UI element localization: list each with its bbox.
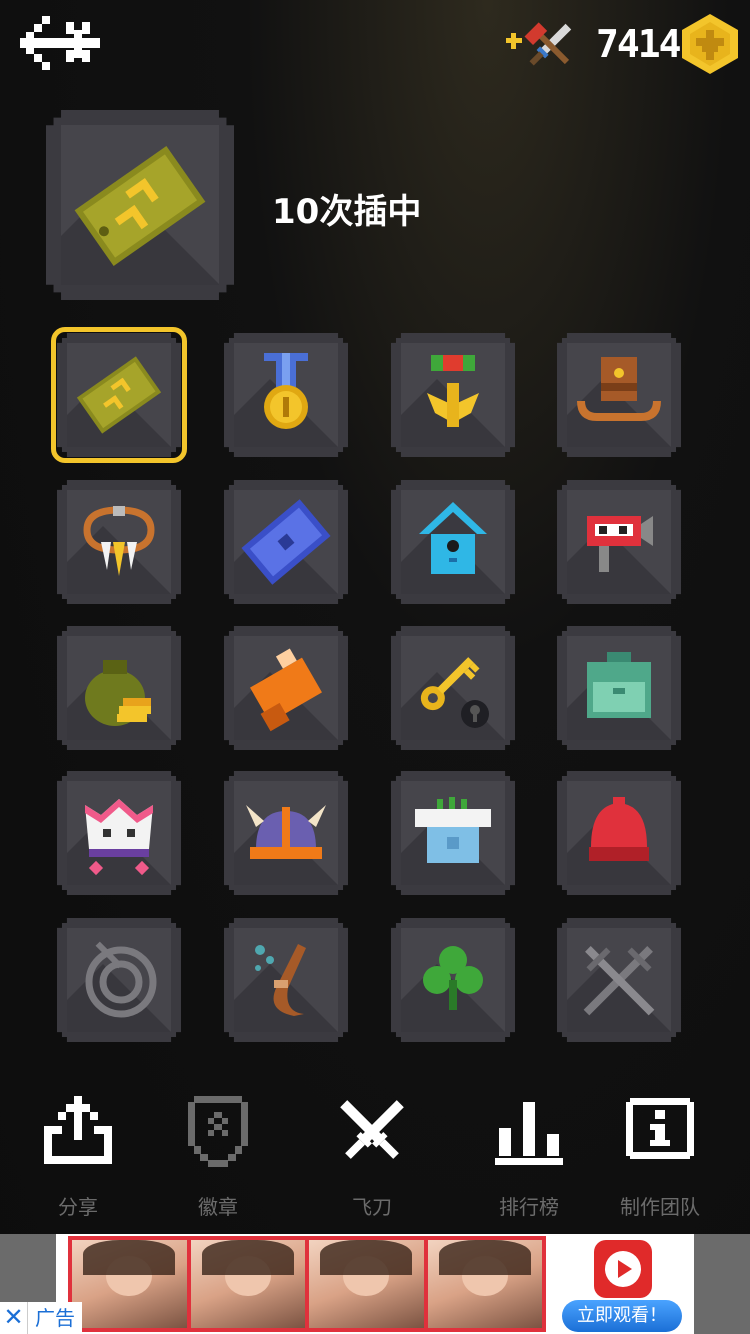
badge-tile-fur-hat[interactable]: [224, 626, 348, 750]
badge-tile-eagle-medal[interactable]: [391, 333, 515, 457]
ad-photo: [427, 1240, 542, 1328]
nav-credits-label: 制作团队: [620, 1195, 700, 1219]
backpack-icon: [587, 652, 651, 718]
badge-tile-money-bag[interactable]: [57, 626, 181, 750]
nav-credits[interactable]: 制作团队: [590, 1092, 730, 1222]
info-icon: [626, 1098, 694, 1159]
red-beanie-icon: [589, 797, 649, 861]
ad-label: 广告: [35, 1306, 75, 1330]
badge-tile-birdhouse[interactable]: [391, 480, 515, 604]
cowboy-hat-icon: [577, 357, 661, 421]
ad-photos[interactable]: [68, 1236, 546, 1332]
nav-badges-label: 徽章: [198, 1195, 238, 1219]
badge-tile-viking-helmet[interactable]: [224, 771, 348, 895]
badge-tile-robot-head[interactable]: [557, 480, 681, 604]
ad-photo: [309, 1240, 428, 1328]
badge-tile-red-beanie[interactable]: [557, 771, 681, 895]
birdhouse-icon: [419, 502, 487, 574]
play-icon: [594, 1240, 652, 1298]
viking-helmet-icon: [246, 805, 326, 859]
fur-hat-icon: [250, 648, 322, 732]
badge-tile-medal[interactable]: [224, 333, 348, 457]
coin-count: 7414: [596, 22, 682, 66]
clover-icon: [423, 946, 483, 1010]
badge-tile-cake-house[interactable]: [391, 771, 515, 895]
nav-badges[interactable]: 徽章: [148, 1092, 288, 1222]
target-icon: [85, 941, 157, 1018]
badge-tile-crossed-swords[interactable]: [557, 918, 681, 1042]
ad-cta-button[interactable]: 立即观看！: [562, 1300, 682, 1332]
badge-tile-key-lock[interactable]: [391, 626, 515, 750]
eagle-coin-icon: [680, 12, 740, 76]
ad-side-right: [694, 1234, 750, 1334]
selected-badge-preview: [46, 110, 234, 300]
back-arrow-icon: [20, 16, 100, 70]
treasure-map-icon: [241, 499, 331, 585]
nav-leaderboard-label: 排行榜: [499, 1195, 559, 1219]
badge-tile-pipe[interactable]: [224, 918, 348, 1042]
shield-badge-icon: [188, 1096, 248, 1167]
knife-axe-icon: [506, 22, 572, 66]
nav-leaderboard[interactable]: 排行榜: [459, 1092, 599, 1222]
leaderboard-icon: [495, 1102, 563, 1165]
badge-tile-fang-necklace[interactable]: [57, 480, 181, 604]
cake-house-icon: [415, 797, 491, 863]
ad-photo: [190, 1240, 309, 1328]
medal-icon: [264, 353, 308, 429]
crossed-knives-icon: [340, 1100, 404, 1159]
ad-banner[interactable]: 立即观看！: [0, 1234, 750, 1334]
nav-share[interactable]: 分享: [8, 1092, 148, 1222]
ad-tag: ✕ 广告: [0, 1302, 82, 1334]
ad-close-button[interactable]: ✕: [0, 1302, 28, 1334]
back-button[interactable]: [18, 12, 102, 72]
fang-necklace-icon: [83, 506, 155, 576]
crown-icon: [85, 799, 153, 876]
badge-tile-clover[interactable]: [391, 918, 515, 1042]
eagle-medal-icon: [427, 355, 479, 427]
key-lock-icon: [420, 657, 489, 728]
badge-tile-cowboy-hat[interactable]: [557, 333, 681, 457]
pipe-icon: [255, 944, 306, 1016]
money-bag-icon: [85, 660, 151, 726]
badge-description: 10次插中: [272, 192, 422, 232]
badge-tile-backpack[interactable]: [557, 626, 681, 750]
nav-knives[interactable]: 飞刀: [302, 1092, 442, 1222]
nav-share-label: 分享: [58, 1195, 98, 1219]
knife-axe-button[interactable]: [502, 18, 578, 72]
crossed-swords-icon: [583, 946, 655, 1016]
badge-tile-dogtag[interactable]: [51, 327, 187, 463]
badge-tile-crown[interactable]: [57, 771, 181, 895]
robot-head-icon: [587, 516, 653, 572]
ad-photo: [72, 1240, 191, 1328]
badge-tile-treasure-map[interactable]: [224, 480, 348, 604]
badge-tile-target[interactable]: [57, 918, 181, 1042]
share-icon: [44, 1096, 112, 1164]
nav-knives-label: 飞刀: [352, 1195, 392, 1219]
army-dogtag-icon: [74, 146, 206, 266]
